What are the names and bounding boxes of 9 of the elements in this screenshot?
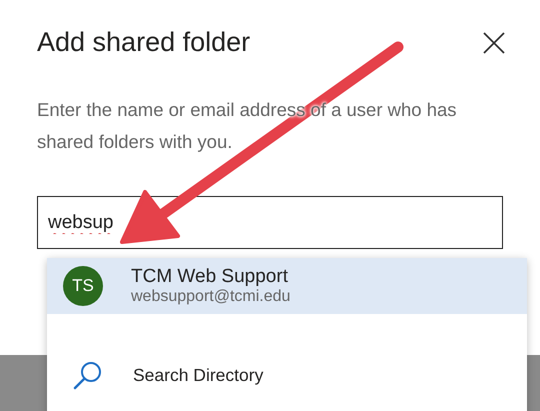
- search-icon: [73, 360, 103, 390]
- suggestion-item[interactable]: TS TCM Web Support websupport@tcmi.edu: [47, 258, 527, 314]
- avatar: TS: [63, 266, 103, 306]
- contact-email: websupport@tcmi.edu: [131, 288, 290, 306]
- search-field[interactable]: websup: [37, 196, 503, 249]
- search-directory-item[interactable]: Search Directory: [47, 340, 527, 410]
- contact-name: TCM Web Support: [131, 266, 289, 288]
- dialog-title: Add shared folder: [37, 27, 250, 58]
- close-icon[interactable]: [483, 32, 505, 54]
